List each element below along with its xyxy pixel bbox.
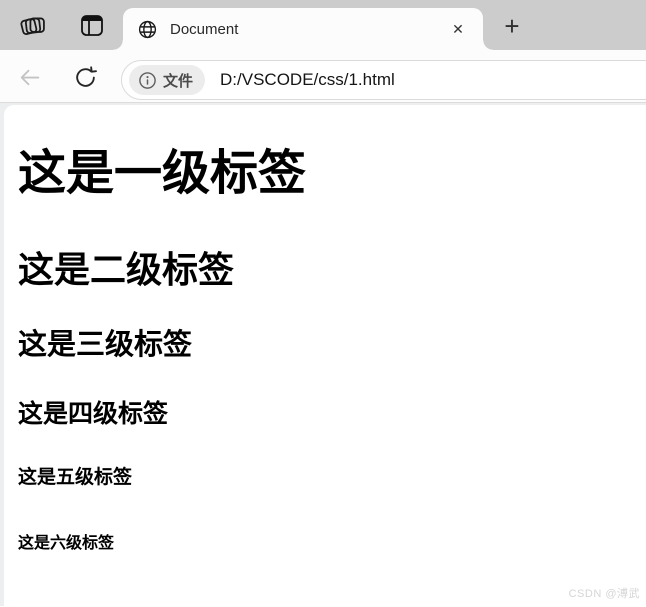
new-tab-button[interactable]: + [497, 11, 527, 41]
address-bar[interactable]: 文件 D:/VSCODE/css/1.html [121, 60, 646, 100]
file-scheme-chip[interactable]: 文件 [129, 65, 206, 95]
scheme-label: 文件 [163, 72, 194, 90]
page-viewport: 这是一级标签 这是二级标签 这是三级标签 这是四级标签 这是五级标签 这是六级标… [0, 103, 646, 606]
heading-level-1: 这是一级标签 [18, 147, 307, 200]
heading-level-4: 这是四级标签 [18, 400, 169, 428]
tab-title: Document [170, 20, 239, 38]
heading-level-2: 这是二级标签 [18, 249, 235, 290]
tab-document[interactable]: Document ✕ [113, 8, 493, 50]
url-text: D:/VSCODE/css/1.html [220, 70, 395, 89]
tab-close-icon[interactable]: ✕ [447, 18, 469, 40]
globe-icon [137, 19, 158, 40]
refresh-icon[interactable] [72, 64, 98, 90]
browser-window: Document ✕ + 文件 D:/VSCODE/css/1.html 这是一… [0, 0, 646, 607]
heading-level-6: 这是六级标签 [18, 535, 115, 552]
info-icon [138, 71, 157, 90]
back-icon[interactable] [16, 64, 42, 90]
heading-level-3: 这是三级标签 [18, 329, 193, 361]
csdn-watermark: CSDN @溥武 [568, 588, 640, 600]
heading-level-5: 这是五级标签 [18, 467, 133, 488]
tab-layout-icon[interactable] [78, 11, 106, 39]
workspaces-icon[interactable] [18, 11, 46, 39]
navigation-toolbar: 文件 D:/VSCODE/css/1.html [0, 50, 646, 103]
tab-strip: Document ✕ + [0, 0, 646, 50]
page-content: 这是一级标签 这是二级标签 这是三级标签 这是四级标签 这是五级标签 这是六级标… [4, 105, 646, 606]
